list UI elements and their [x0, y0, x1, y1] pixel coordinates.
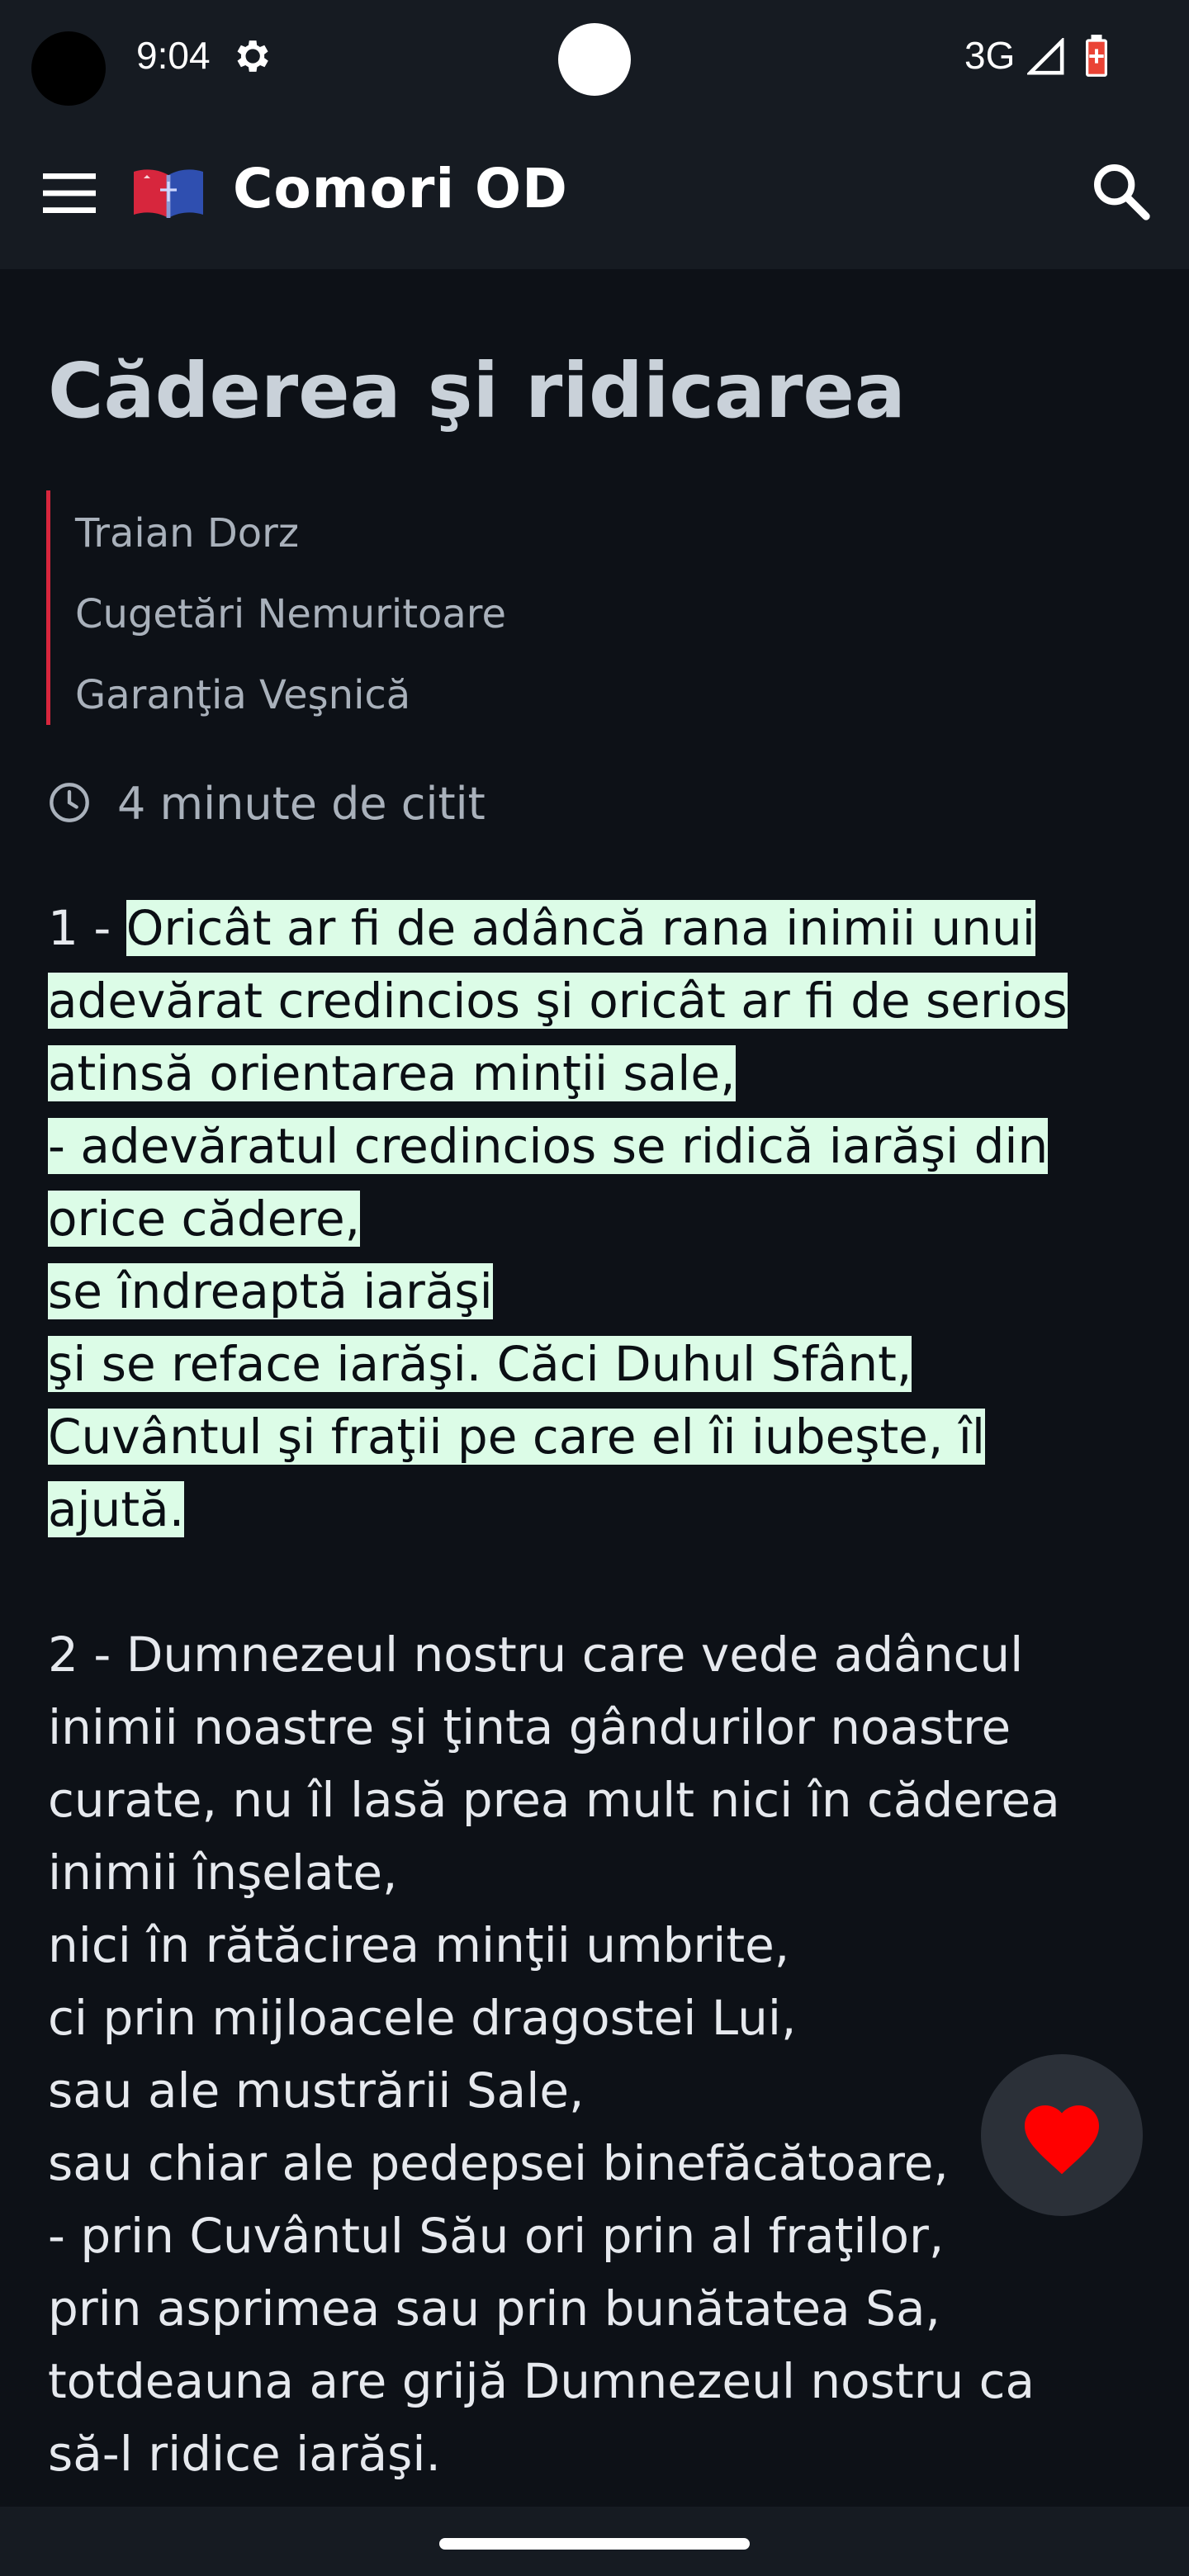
front-camera — [558, 23, 631, 96]
chapter-link[interactable]: Garanţia Veşnică — [75, 672, 410, 718]
text-line: orice cădere, — [48, 1182, 1154, 1255]
text-line: totdeauna are grijă Dumnezeul nostru ca — [48, 2353, 1035, 2409]
text-line: adevărat credincios şi oricât ar fi de s… — [48, 964, 1154, 1037]
author-link[interactable]: Traian Dorz — [75, 510, 299, 556]
gear-icon — [237, 40, 268, 72]
text-line: să-l ridice iarăşi. — [48, 2426, 441, 2482]
article-meta: Traian Dorz Cugetări Nemuritoare Garanţi… — [46, 490, 793, 725]
battery-icon — [1086, 35, 1107, 77]
text-line: şi se reface iarăşi. Căci Duhul Sfânt, — [48, 1328, 1154, 1400]
text-line: prin asprimea sau prin bunătatea Sa, — [48, 2280, 940, 2337]
text-line: Cuvântul şi fraţii pe care el îi iubeşte… — [48, 1400, 1154, 1473]
text-line: se îndreaptă iarăşi — [48, 1255, 1154, 1328]
menu-icon[interactable] — [40, 168, 99, 218]
home-indicator[interactable] — [439, 2538, 750, 2550]
highlighted-text: Oricât ar fi de adâncă rana inimii unui — [126, 900, 1035, 956]
highlighted-text: adevărat credincios şi oricât ar fi de s… — [48, 973, 1068, 1029]
navigation-bar — [0, 2507, 1189, 2576]
book-logo-icon — [134, 169, 203, 218]
article-title: Căderea şi ridicarea — [48, 347, 906, 435]
verse-number: 1 - — [48, 900, 126, 956]
highlighted-text: atinsă orientarea minţii sale, — [48, 1045, 736, 1101]
text-line: atinsă orientarea minţii sale, — [48, 1037, 1154, 1110]
highlighted-text: se îndreaptă iarăşi — [48, 1263, 493, 1319]
highlighted-text: ajută. — [48, 1481, 185, 1537]
search-icon[interactable] — [1088, 159, 1154, 225]
text-line: inimii înşelate, — [48, 1844, 398, 1901]
text-line: - adevăratul credincios se ridică iarăşi… — [48, 1110, 1154, 1182]
book-link[interactable]: Cugetări Nemuritoare — [75, 591, 506, 637]
verse-2[interactable]: 2 - Dumnezeul nostru care vede adâncul i… — [48, 1618, 1154, 2490]
text-line: - prin Cuvântul Său ori prin al fraţilor… — [48, 2208, 945, 2264]
status-bar: 9:04 3G — [0, 0, 1189, 116]
signal-icon — [1027, 38, 1064, 75]
text-line: 1 - Oricât ar fi de adâncă rana inimii u… — [48, 892, 1154, 964]
reading-time: 4 minute de citit — [117, 778, 486, 830]
favorite-button[interactable] — [981, 2054, 1143, 2216]
highlighted-text: Cuvântul şi fraţii pe care el îi iubeşte… — [48, 1409, 985, 1465]
text-line: 2 - Dumnezeul nostru care vede adâncul — [48, 1627, 1024, 1683]
network-type: 3G — [964, 34, 1016, 77]
text-line: ci prin mijloacele dragostei Lui, — [48, 1990, 797, 2046]
highlighted-text: şi se reface iarăşi. Căci Duhul Sfânt, — [48, 1336, 912, 1392]
highlighted-text: orice cădere, — [48, 1191, 361, 1247]
status-time: 9:04 — [136, 34, 211, 77]
clock-icon — [50, 783, 89, 822]
text-line: nici în rătăcirea minţii umbrite, — [48, 1917, 790, 1973]
camera-cutout — [31, 31, 106, 106]
text-line: ajută. — [48, 1473, 1154, 1546]
app-bar: Comori OD — [0, 116, 1189, 269]
text-line: curate, nu îl lasă prea mult nici în căd… — [48, 1772, 1060, 1828]
text-line: inimii noastre şi ţinta gândurilor noast… — [48, 1699, 1011, 1755]
heart-icon — [1025, 2105, 1099, 2175]
highlighted-text: - adevăratul credincios se ridică iarăşi… — [48, 1118, 1049, 1174]
verse-1[interactable]: 1 - Oricât ar fi de adâncă rana inimii u… — [48, 892, 1154, 1546]
app-title: Comori OD — [233, 157, 568, 220]
